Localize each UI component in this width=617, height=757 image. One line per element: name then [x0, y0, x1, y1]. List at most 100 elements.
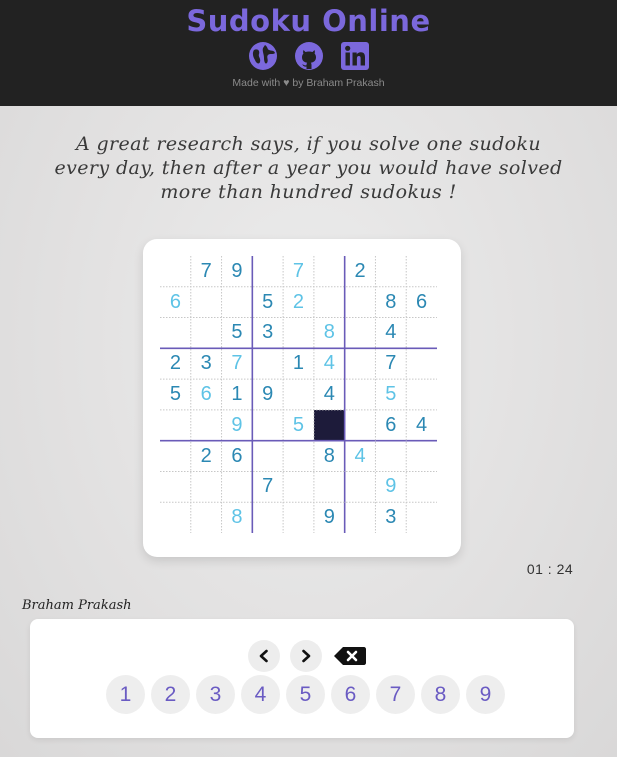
grid-cell[interactable]	[313, 409, 345, 441]
grid-cell[interactable]	[191, 410, 222, 441]
grid-cell[interactable]	[252, 348, 283, 379]
grid-cell[interactable]	[191, 287, 222, 318]
number-button-8[interactable]: 8	[421, 675, 460, 714]
grid-cell[interactable]	[345, 379, 376, 410]
grid-cell[interactable]	[345, 348, 376, 379]
grid-cell[interactable]	[375, 256, 406, 287]
grid-cell[interactable]: 2	[283, 287, 314, 318]
grid-cell[interactable]	[283, 379, 314, 410]
grid-cell[interactable]: 2	[191, 441, 222, 472]
grid-cell[interactable]: 7	[283, 256, 314, 287]
number-button-3[interactable]: 3	[196, 675, 235, 714]
grid-cell[interactable]: 9	[222, 256, 253, 287]
grid-cell[interactable]: 7	[191, 256, 222, 287]
grid-cell[interactable]: 1	[283, 348, 314, 379]
previous-button[interactable]	[248, 640, 280, 672]
number-button-7[interactable]: 7	[376, 675, 415, 714]
grid-cell[interactable]	[406, 502, 437, 533]
grid-cell[interactable]: 6	[160, 287, 191, 318]
grid-cell[interactable]	[345, 287, 376, 318]
grid-cell[interactable]: 7	[252, 471, 283, 502]
number-button-2[interactable]: 2	[151, 675, 190, 714]
grid-cell[interactable]: 5	[222, 318, 253, 349]
grid-cell[interactable]	[283, 318, 314, 349]
grid-cell[interactable]: 5	[252, 287, 283, 318]
grid-cell[interactable]	[160, 441, 191, 472]
next-button[interactable]	[290, 640, 322, 672]
grid-cell[interactable]	[283, 502, 314, 533]
grid-cell[interactable]: 3	[191, 348, 222, 379]
grid-cell[interactable]	[345, 410, 376, 441]
grid-cell[interactable]: 4	[314, 379, 345, 410]
quote-text: A great research says, if you solve one …	[20, 132, 597, 204]
grid-cell[interactable]: 6	[191, 379, 222, 410]
grid-cell[interactable]: 4	[406, 410, 437, 441]
grid-cell[interactable]: 4	[345, 441, 376, 472]
grid-cell[interactable]	[406, 379, 437, 410]
number-button-6[interactable]: 6	[331, 675, 370, 714]
grid-cell[interactable]: 6	[222, 441, 253, 472]
grid-cell[interactable]	[252, 441, 283, 472]
grid-cell[interactable]: 3	[252, 318, 283, 349]
grid-cell[interactable]	[406, 348, 437, 379]
grid-cell[interactable]: 9	[375, 471, 406, 502]
grid-cell[interactable]: 8	[375, 287, 406, 318]
grid-cell[interactable]: 6	[375, 410, 406, 441]
grid-cell[interactable]	[314, 471, 345, 502]
grid-cell[interactable]: 9	[252, 379, 283, 410]
grid-cell[interactable]	[160, 502, 191, 533]
grid-cell[interactable]: 8	[314, 318, 345, 349]
grid-cell[interactable]	[252, 256, 283, 287]
grid-cell[interactable]: 5	[283, 410, 314, 441]
app-header: Sudoku Online Made with ♥ by Braham Prak…	[0, 0, 617, 106]
grid-cell[interactable]	[160, 410, 191, 441]
globe-icon[interactable]	[247, 40, 279, 72]
grid-cell[interactable]: 7	[222, 348, 253, 379]
chevron-right-icon	[302, 649, 311, 663]
grid-cell[interactable]: 5	[375, 379, 406, 410]
grid-cell[interactable]: 9	[222, 410, 253, 441]
grid-cell[interactable]	[345, 471, 376, 502]
grid-cell[interactable]: 3	[375, 502, 406, 533]
grid-cell[interactable]	[345, 318, 376, 349]
grid-cell[interactable]	[252, 502, 283, 533]
grid-cell[interactable]	[191, 471, 222, 502]
grid-cell[interactable]	[406, 318, 437, 349]
grid-cell[interactable]	[406, 441, 437, 472]
grid-cell[interactable]: 9	[314, 502, 345, 533]
grid-cell[interactable]: 7	[375, 348, 406, 379]
grid-cell[interactable]	[345, 502, 376, 533]
grid-cell[interactable]: 4	[314, 348, 345, 379]
linkedin-icon[interactable]	[339, 40, 371, 72]
grid-cell[interactable]	[222, 471, 253, 502]
grid-cell[interactable]	[252, 410, 283, 441]
grid-cell[interactable]	[314, 287, 345, 318]
grid-cell[interactable]	[283, 441, 314, 472]
grid-cell[interactable]: 1	[222, 379, 253, 410]
grid-cell[interactable]: 8	[222, 502, 253, 533]
grid-cell[interactable]	[406, 471, 437, 502]
grid-cell[interactable]	[314, 256, 345, 287]
grid-cell[interactable]	[406, 256, 437, 287]
grid-cell[interactable]	[222, 287, 253, 318]
grid-cell[interactable]: 8	[314, 441, 345, 472]
grid-cell[interactable]	[283, 471, 314, 502]
grid-cell[interactable]	[160, 471, 191, 502]
grid-cell[interactable]: 5	[160, 379, 191, 410]
github-icon[interactable]	[293, 40, 325, 72]
number-button-5[interactable]: 5	[286, 675, 325, 714]
grid-cell[interactable]: 2	[345, 256, 376, 287]
delete-button[interactable]	[332, 640, 368, 672]
grid-cell[interactable]: 2	[160, 348, 191, 379]
grid-cell[interactable]	[160, 256, 191, 287]
grid-cell[interactable]: 6	[406, 287, 437, 318]
grid-cell[interactable]	[191, 502, 222, 533]
number-button-1[interactable]: 1	[106, 675, 145, 714]
grid-cell[interactable]	[191, 318, 222, 349]
number-button-4[interactable]: 4	[241, 675, 280, 714]
grid-cell[interactable]	[375, 441, 406, 472]
grid-cell[interactable]	[160, 318, 191, 349]
heart-icon: ♥	[283, 77, 290, 89]
grid-cell[interactable]: 4	[375, 318, 406, 349]
number-button-9[interactable]: 9	[466, 675, 505, 714]
